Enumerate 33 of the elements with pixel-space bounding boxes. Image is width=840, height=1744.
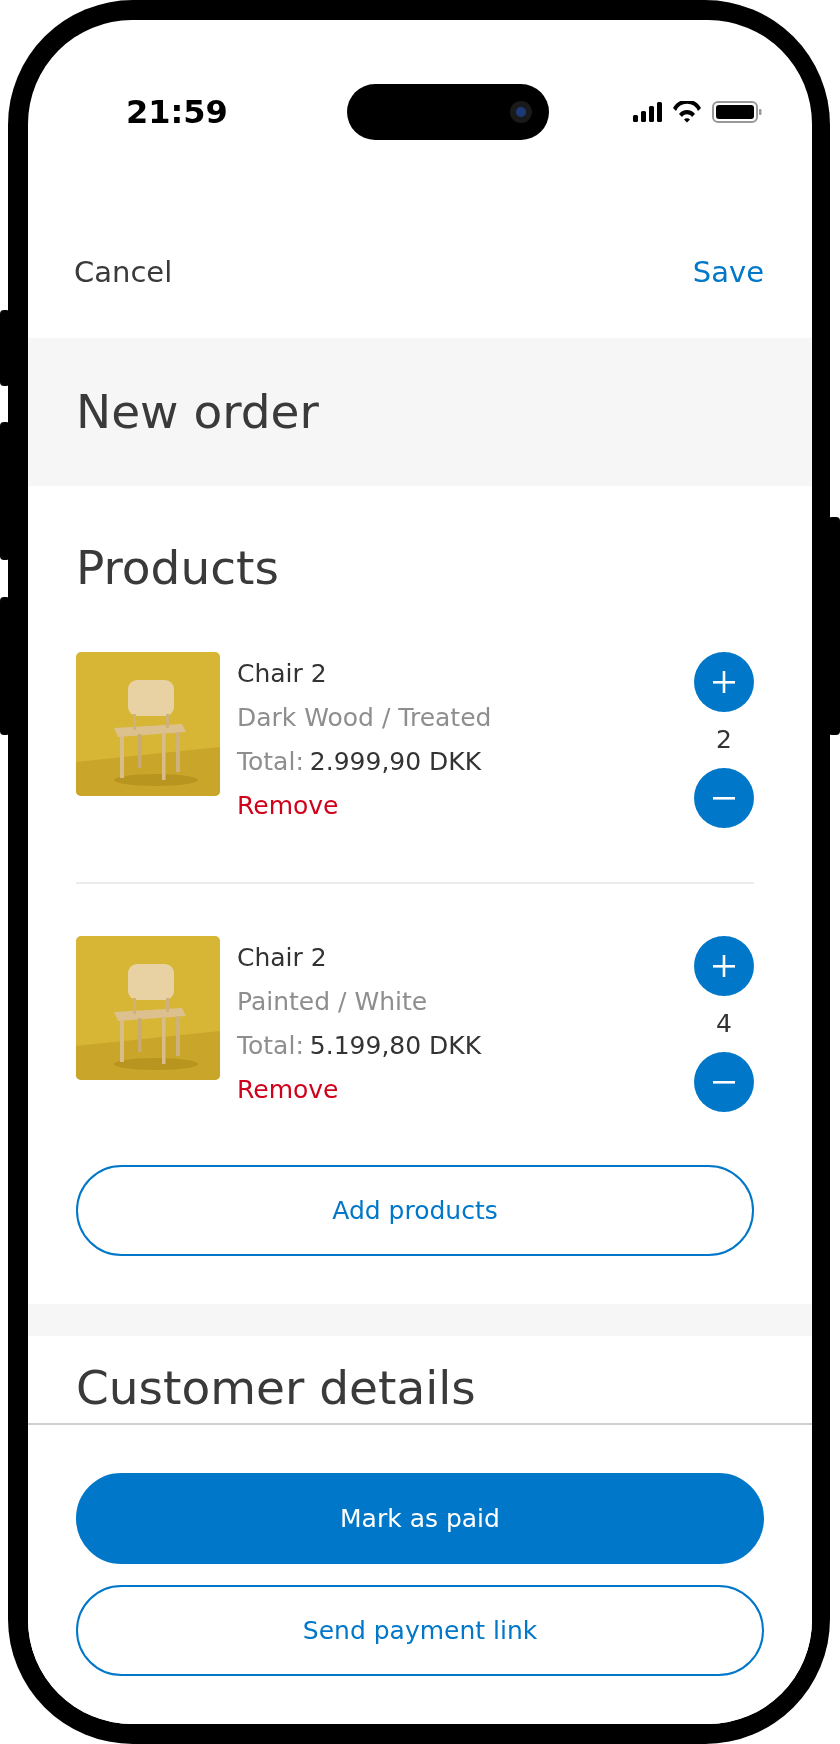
product-variant: Dark Wood / Treated	[237, 702, 493, 734]
product-name: Chair 2	[237, 658, 328, 690]
section-heading: Customer details	[76, 1359, 477, 1417]
remove-link[interactable]: Remove	[237, 788, 339, 824]
product-variant: Painted / White	[237, 986, 429, 1018]
primary-button[interactable]: Mark as paid	[76, 1473, 764, 1564]
product-name: Chair 2	[237, 942, 328, 974]
battery-icon	[712, 101, 762, 123]
signal-icon	[633, 102, 662, 122]
page-title: New order	[76, 383, 319, 441]
plus-icon	[713, 955, 735, 977]
section-heading: Products	[76, 539, 280, 597]
wifi-icon	[672, 101, 702, 123]
quantity-value: 4	[716, 1008, 732, 1040]
secondary-button[interactable]: Send payment link	[76, 1585, 764, 1676]
total-label: Total:	[237, 1031, 304, 1060]
cancel-button[interactable]: Cancel	[74, 252, 173, 292]
remove-link[interactable]: Remove	[237, 1072, 339, 1108]
decrease-button[interactable]	[694, 768, 754, 828]
status-time: 21:59	[126, 92, 229, 133]
minus-icon	[713, 796, 735, 800]
total-label: Total:	[237, 747, 304, 776]
increase-button[interactable]	[694, 936, 754, 996]
save-button[interactable]: Save	[692, 252, 764, 292]
quantity-value: 2	[716, 724, 732, 756]
total-amount: 5.199,80 DKK	[309, 1031, 482, 1060]
camera-icon	[508, 100, 533, 124]
increase-button[interactable]	[694, 652, 754, 712]
decrease-button[interactable]	[694, 1052, 754, 1112]
add-products-button[interactable]: Add products	[76, 1165, 754, 1256]
plus-icon	[713, 671, 735, 693]
minus-icon	[713, 1080, 735, 1084]
total-amount: 2.999,90 DKK	[309, 747, 482, 776]
